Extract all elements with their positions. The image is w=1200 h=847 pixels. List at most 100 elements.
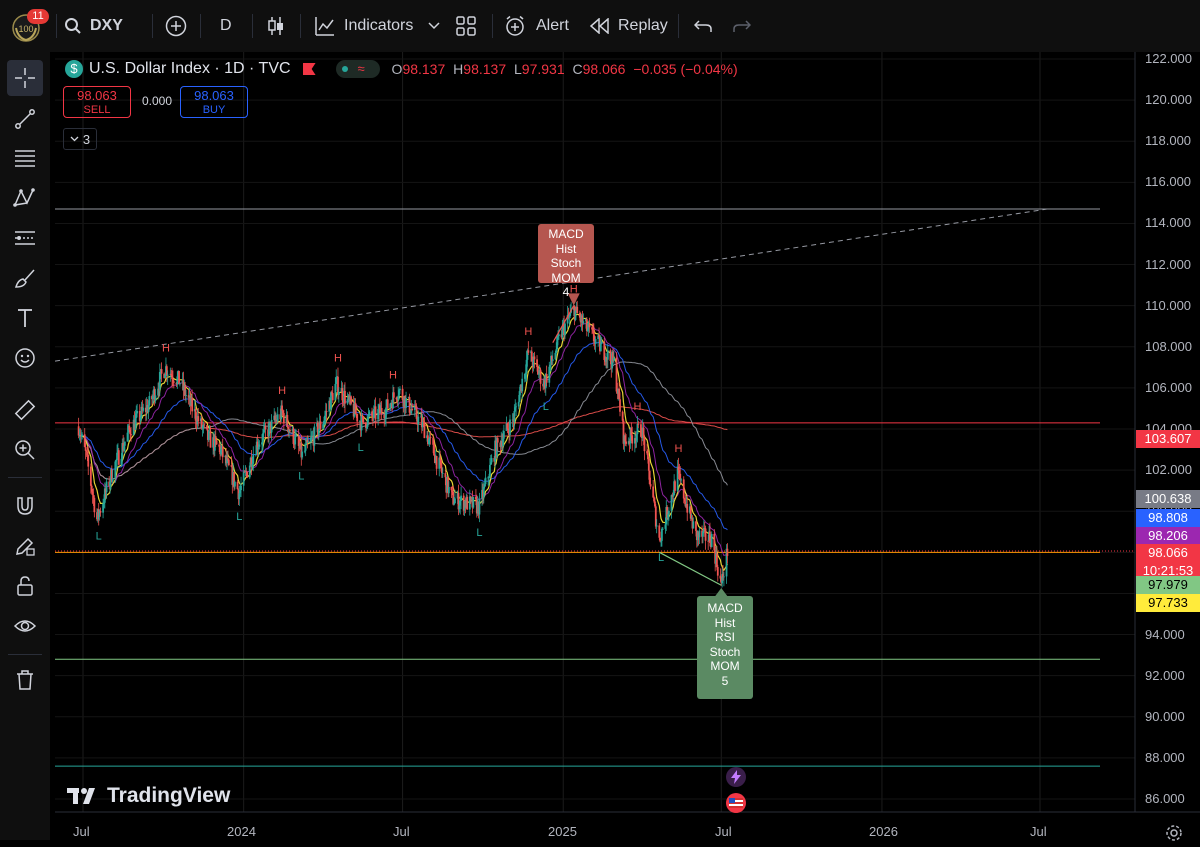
pivot-high-mark: H	[675, 443, 683, 455]
hide-drawings-tool[interactable]	[7, 608, 43, 644]
rewind-icon	[590, 18, 609, 34]
trendline-tool[interactable]	[7, 101, 43, 137]
pivot-high-mark: H	[524, 326, 532, 338]
indicators-collapse-toggle[interactable]: 3	[63, 128, 97, 150]
candle-body	[392, 392, 395, 398]
buy-signal-label[interactable]: MACD Hist RSI Stoch MOM 5	[697, 596, 753, 699]
candle-body	[166, 374, 169, 376]
candle-body	[417, 416, 420, 425]
candle-body	[258, 444, 261, 447]
time-label: Jul	[715, 824, 732, 839]
grid-icon	[456, 16, 476, 36]
prediction-tool[interactable]	[7, 220, 43, 256]
brush-tool[interactable]	[7, 260, 43, 296]
candle-body	[517, 401, 520, 407]
magnet-tool[interactable]	[7, 488, 43, 524]
price-tick-label: 110.000	[1145, 297, 1192, 313]
candle-body	[295, 435, 297, 437]
candle-body	[154, 395, 157, 401]
time-label: 2026	[869, 824, 898, 839]
change-value: −0.035 (−0.04%)	[633, 61, 738, 77]
buy-button[interactable]: 98.063 BUY	[180, 86, 248, 118]
sell-button[interactable]: 98.063 SELL	[63, 86, 131, 118]
candle-body	[99, 511, 102, 513]
layouts-button[interactable]	[456, 0, 476, 52]
zoom-tool[interactable]	[7, 432, 43, 468]
ohlc-values: O98.137 H98.137 L97.931 C98.066 −0.035 (…	[392, 61, 738, 77]
price-tag: 97.733	[1136, 594, 1200, 612]
lock-drawings-tool[interactable]	[7, 568, 43, 604]
candle-body	[148, 396, 151, 406]
indicators-button[interactable]: Indicators	[314, 0, 413, 52]
lightning-event-icon[interactable]	[726, 767, 746, 787]
candle-body	[564, 323, 566, 336]
stay-drawing-tool[interactable]	[7, 528, 43, 564]
redo-button[interactable]	[733, 0, 751, 52]
alert-button[interactable]: Alert	[504, 0, 569, 52]
time-label: 2025	[548, 824, 577, 839]
horizontal-lines-tool[interactable]	[7, 140, 43, 176]
chart-legend: $ U.S. Dollar Index · 1D · TVC ≈ O98.137…	[65, 60, 738, 78]
price-tag-value: 103.607	[1144, 431, 1192, 446]
candle-body	[191, 397, 194, 412]
candle-body	[203, 424, 206, 426]
price-tick-label: 114.000	[1145, 215, 1192, 231]
us-flag-event-icon[interactable]	[726, 793, 746, 813]
price-tag-value: 98.206	[1148, 528, 1188, 543]
flag-icon[interactable]	[302, 63, 316, 75]
candle-body	[661, 528, 664, 530]
candle-body	[686, 503, 689, 513]
candle-body	[304, 444, 307, 451]
candle-body	[160, 369, 163, 374]
signal-line: 4	[562, 285, 570, 299]
market-status-pill[interactable]: ≈	[335, 60, 380, 78]
avatar[interactable]: 100	[6, 0, 46, 52]
text-tool[interactable]	[7, 300, 43, 336]
candle-body	[444, 473, 447, 478]
candle-body	[350, 396, 352, 404]
emoji-tool[interactable]	[7, 340, 43, 376]
notification-badge[interactable]: 11	[27, 9, 49, 24]
candle-body	[337, 391, 340, 396]
replay-button[interactable]: Replay	[590, 0, 668, 52]
candle-body	[185, 395, 187, 396]
status-dot-icon	[341, 66, 348, 72]
signal-line: MACD	[548, 227, 584, 241]
interval-button[interactable]: D	[220, 0, 232, 52]
remove-drawings-tool[interactable]	[7, 662, 43, 698]
svg-text:100: 100	[18, 24, 33, 34]
buy-label: BUY	[202, 104, 226, 116]
drawing-toolbar	[0, 52, 50, 840]
measure-tool[interactable]	[7, 392, 43, 428]
candle-body	[625, 441, 628, 444]
price-tag-value: 97.979	[1148, 577, 1188, 592]
symbol-search[interactable]: DXY	[64, 0, 123, 52]
candle-body	[221, 445, 224, 458]
xabcd-pattern-icon	[13, 188, 35, 207]
price-chart[interactable]: L H L H L H L H L H L H H L H	[55, 52, 1200, 840]
candle-body	[453, 503, 455, 505]
chart-settings-button[interactable]	[1165, 824, 1183, 847]
tradingview-logo[interactable]: TradingView	[67, 784, 230, 808]
pattern-tool[interactable]	[7, 180, 43, 216]
top-toolbar: 100 11 DXY D Indicators Alert Replay	[0, 0, 1200, 52]
compare-button[interactable]	[165, 0, 187, 52]
candle-body	[642, 427, 645, 438]
price-tag: 98.808	[1136, 509, 1200, 527]
symbol-title[interactable]: U.S. Dollar Index · 1D · TVC	[89, 60, 291, 78]
signal-line: MOM	[710, 659, 740, 673]
candle-body	[130, 434, 132, 436]
undo-button[interactable]	[694, 0, 712, 52]
high-label: H	[453, 61, 464, 77]
candle-body	[93, 497, 96, 513]
brush-icon	[15, 269, 35, 288]
text-icon	[18, 309, 32, 327]
sell-signal-label[interactable]: MACD Hist Stoch MOM 4	[538, 224, 594, 299]
indicators-dropdown[interactable]	[428, 0, 440, 52]
chart-pane[interactable]: L H L H L H L H L H L H H L H $ U.S. Dollar Index · 1D…	[55, 51, 1200, 841]
chart-type-button[interactable]	[266, 0, 286, 52]
crosshair-tool[interactable]	[7, 60, 43, 96]
candle-body	[234, 481, 236, 487]
symbol-label: DXY	[90, 17, 123, 34]
price-tick-label: 102.000	[1145, 462, 1192, 478]
